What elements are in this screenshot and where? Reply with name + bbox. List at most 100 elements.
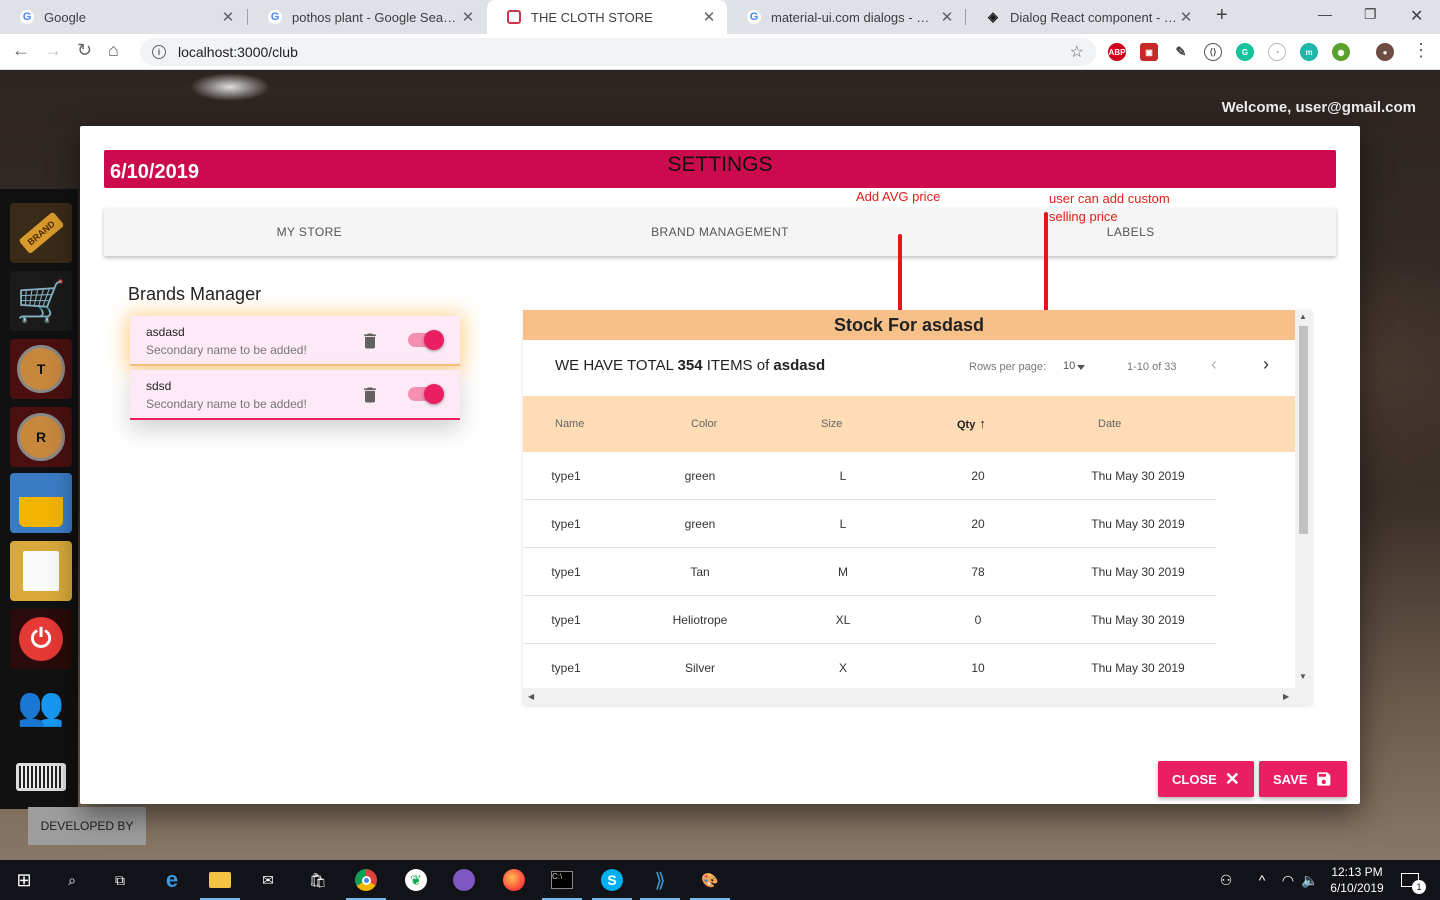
scroll-thumb[interactable]	[1299, 326, 1308, 534]
browser-tab-mui-dialogs[interactable]: G material-ui.com dialogs - Google Searc…	[727, 0, 965, 34]
scroll-up-icon[interactable]: ▲	[1299, 312, 1307, 321]
scroll-left-icon[interactable]: ◀	[528, 692, 534, 701]
cell-qty: 10	[971, 661, 985, 675]
cell-color: green	[684, 469, 716, 483]
home-icon[interactable]: ⌂	[108, 40, 119, 61]
table-row[interactable]: type1 Silver X 10 Thu May 30 2019	[523, 644, 1216, 692]
vertical-scrollbar[interactable]: ▲ ▼	[1295, 310, 1312, 690]
mongodb-icon[interactable]: ❦	[404, 868, 428, 892]
terminal-icon[interactable]: C:\	[542, 868, 582, 900]
tab-brand-management[interactable]: BRAND MANAGEMENT	[515, 208, 926, 256]
r-menu-item[interactable]: R	[10, 407, 72, 467]
back-icon[interactable]: ←	[12, 40, 30, 61]
table-row[interactable]: type1 Tan M 78 Thu May 30 2019	[523, 548, 1216, 596]
scroll-right-icon[interactable]: ▶	[1283, 692, 1289, 701]
delete-icon[interactable]	[360, 330, 380, 352]
notifications-icon[interactable]: 1	[1398, 868, 1426, 894]
close-tab-icon[interactable]: ✕	[220, 8, 236, 26]
column-header-size[interactable]: Size	[821, 396, 842, 452]
file-explorer-icon[interactable]	[200, 868, 240, 900]
table-row[interactable]: type1 Heliotrope XL 0 Thu May 30 2019	[523, 596, 1216, 644]
menu-dots-icon[interactable]: ⋮	[1412, 40, 1430, 61]
rows-per-page-select[interactable]: 10	[1063, 360, 1075, 372]
volume-icon[interactable]: 🔈	[1298, 868, 1322, 892]
new-tab-icon[interactable]: +	[1216, 4, 1228, 27]
previous-page-icon[interactable]: ‹	[1211, 354, 1217, 375]
table-row[interactable]: type1 green L 20 Thu May 30 2019	[523, 500, 1216, 548]
restore-icon[interactable]: ❐	[1364, 6, 1377, 23]
column-header-qty[interactable]: Qty ↑	[957, 396, 986, 452]
windows-start-icon[interactable]: ⊞	[12, 868, 36, 892]
report-menu-item[interactable]	[10, 541, 72, 601]
firefox-icon[interactable]	[502, 868, 526, 892]
app-purple-icon[interactable]	[452, 868, 476, 892]
power-menu-item[interactable]: ⏻	[10, 609, 72, 669]
table-row[interactable]: type1 green L 20 Thu May 30 2019	[523, 452, 1216, 500]
search-icon[interactable]: ⌕	[60, 868, 84, 892]
tab-my-store[interactable]: MY STORE	[104, 208, 515, 256]
info-icon[interactable]: i	[152, 45, 166, 59]
minimize-icon[interactable]: —	[1318, 6, 1332, 22]
extension-icon[interactable]: ▣	[1140, 43, 1158, 61]
users-menu-item[interactable]: 👥	[10, 677, 72, 737]
profile-avatar[interactable]: ●	[1376, 43, 1394, 61]
mail-icon[interactable]: ✉	[256, 868, 280, 892]
column-header-color[interactable]: Color	[691, 396, 717, 452]
t-icon: T	[17, 345, 65, 393]
close-tab-icon[interactable]: ✕	[939, 8, 955, 26]
brand-menu-item[interactable]: BRAND	[10, 203, 72, 263]
task-view-icon[interactable]: ⧉	[108, 868, 132, 892]
cell-date: Thu May 30 2019	[1091, 661, 1185, 675]
adblock-icon[interactable]: ABP	[1108, 43, 1126, 61]
globe-extension-icon[interactable]: ◉	[1332, 43, 1350, 61]
m-extension-icon[interactable]: m	[1300, 43, 1318, 61]
brand-name: asdasd	[146, 325, 185, 339]
column-header-name[interactable]: Name	[555, 396, 584, 452]
grammarly-icon[interactable]: G	[1236, 43, 1254, 61]
delete-icon[interactable]	[360, 384, 380, 406]
vscode-icon[interactable]: ⟫	[640, 868, 680, 900]
tab-labels[interactable]: LABELS	[925, 208, 1336, 256]
store-icon[interactable]: 🛍	[306, 868, 330, 892]
show-hidden-icons-icon[interactable]: ^	[1250, 868, 1274, 892]
column-header-date[interactable]: Date	[1098, 396, 1121, 452]
browser-tab-mui-dialog-component[interactable]: ◈ Dialog React component - Material-UI ✕	[966, 0, 1204, 34]
cell-size: X	[838, 661, 847, 675]
system-clock[interactable]: 12:13 PM 6/10/2019	[1322, 864, 1392, 896]
save-button[interactable]: SAVE	[1259, 761, 1347, 797]
chrome-icon[interactable]	[346, 868, 386, 900]
browser-tab-google[interactable]: G Google ✕	[0, 0, 246, 34]
forward-icon[interactable]: →	[44, 40, 62, 61]
skype-icon[interactable]: S	[592, 868, 632, 900]
next-page-icon[interactable]: ›	[1263, 354, 1269, 375]
scroll-down-icon[interactable]: ▼	[1299, 672, 1307, 681]
t-menu-item[interactable]: T	[10, 339, 72, 399]
wifi-icon[interactable]: ◠	[1276, 868, 1300, 892]
dropdown-arrow-icon[interactable]	[1077, 365, 1085, 370]
address-bar[interactable]: i localhost:3000/club ☆	[140, 38, 1096, 66]
close-button[interactable]: CLOSE ✕	[1158, 761, 1254, 797]
cart-menu-item[interactable]: 🛒	[10, 271, 72, 331]
browser-tab-cloth-store[interactable]: THE CLOTH STORE ✕	[487, 0, 727, 34]
brand-enable-toggle[interactable]	[408, 330, 444, 350]
eyedropper-icon[interactable]: ✎	[1172, 43, 1190, 61]
people-icon[interactable]: ⚇	[1214, 868, 1238, 892]
horizontal-scrollbar[interactable]: ◀ ▶	[523, 688, 1312, 705]
paint-icon[interactable]: 🎨	[690, 868, 730, 900]
barcode-menu-item[interactable]	[10, 747, 72, 807]
brand-list-item[interactable]: sdsd Secondary name to be added!	[130, 370, 460, 420]
basket-menu-item[interactable]	[10, 473, 72, 533]
bookmark-star-icon[interactable]: ☆	[1070, 42, 1084, 62]
close-tab-icon[interactable]: ✕	[1178, 8, 1194, 26]
edge-icon[interactable]: e	[160, 867, 184, 892]
window-close-icon[interactable]: ✕	[1410, 6, 1423, 26]
browser-tab-pothos[interactable]: G pothos plant - Google Search ✕	[248, 0, 486, 34]
reload-icon[interactable]: ↻	[77, 40, 92, 61]
settings-tabs: MY STORE BRAND MANAGEMENT LABELS	[104, 208, 1336, 256]
close-tab-icon[interactable]: ✕	[701, 8, 717, 26]
extension-cat-icon[interactable]: ◔	[1268, 43, 1286, 61]
devtools-icon[interactable]: ⟨⟩	[1204, 43, 1222, 61]
close-tab-icon[interactable]: ✕	[460, 8, 476, 26]
brand-list-item[interactable]: asdasd Secondary name to be added!	[130, 316, 460, 366]
brand-enable-toggle[interactable]	[408, 384, 444, 404]
